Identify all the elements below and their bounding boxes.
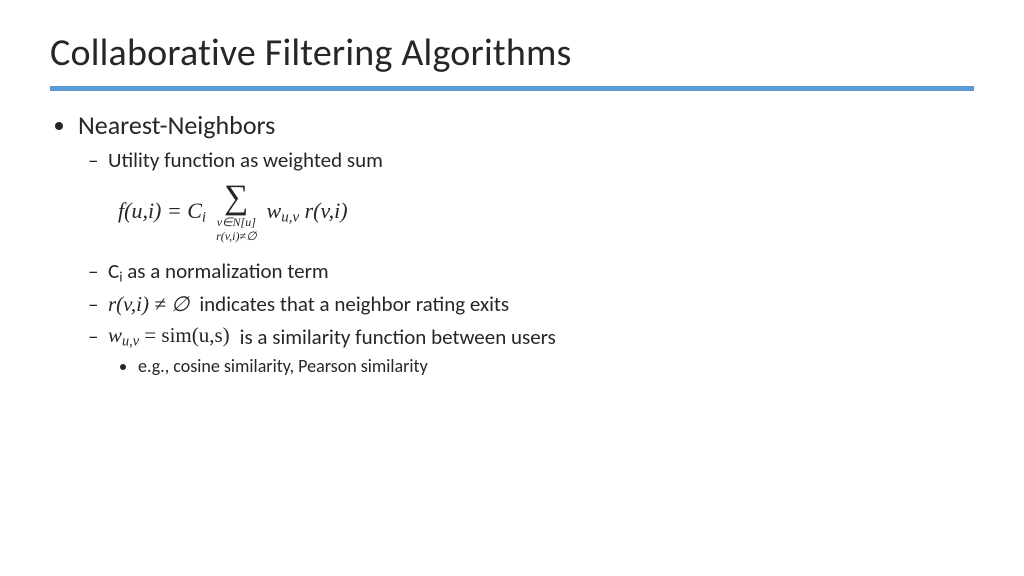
bullet-text: is a similarity function between users	[240, 324, 556, 350]
formula-sub: i	[202, 210, 206, 226]
bullet-neighbor-rating: r(v,i) ≠ ∅ indicates that a neighbor rat…	[108, 291, 974, 317]
norm-text: as a normalization term	[122, 258, 328, 284]
bullet-examples: e.g., cosine similarity, Pearson similar…	[138, 355, 974, 377]
sigma-sub: v∈N[u] r(v,i)≠∅	[216, 216, 256, 244]
sigma-icon: ∑	[224, 181, 248, 215]
bullet-nearest-neighbors: Nearest-Neighbors Utility function as we…	[78, 109, 974, 377]
bullet-normalization: Ci as a normalization term	[108, 258, 974, 286]
formula-w-sub: u,v	[281, 210, 299, 226]
sum-cond-1: v∈N[u]	[217, 215, 256, 229]
sum-cond-2: r(v,i)≠∅	[216, 229, 256, 243]
bullet-text: Ci as a normalization term	[108, 258, 329, 284]
math-rvi: r(v,i) ≠ ∅	[108, 292, 189, 317]
page-title: Collaborative Filtering Algorithms	[50, 30, 974, 76]
sim-eq: = sim(u,s)	[139, 323, 230, 347]
bullet-similarity-fn: wu,v = sim(u,s) is a similarity function…	[108, 323, 974, 377]
bullet-text: Utility function as weighted sum	[108, 147, 383, 173]
formula-lhs: f(u,i) = Ci	[118, 198, 206, 227]
bullet-text: indicates that a neighbor rating exits	[199, 291, 509, 317]
bullet-text: Nearest-Neighbors	[78, 109, 275, 141]
summation: ∑ v∈N[u] r(v,i)≠∅	[216, 181, 256, 244]
math-sim: wu,v = sim(u,s)	[108, 323, 230, 351]
sub-list: Utility function as weighted sum f(u,i) …	[84, 147, 974, 377]
c-letter: C	[108, 258, 119, 284]
title-underline	[50, 86, 974, 91]
w-letter: w	[108, 323, 122, 347]
formula-rhs: wu,v r(v,i)	[267, 198, 348, 227]
sub-sub-list: e.g., cosine similarity, Pearson similar…	[114, 355, 974, 377]
formula-weighted-sum: f(u,i) = Ci ∑ v∈N[u] r(v,i)≠∅ wu,v r(v,i…	[118, 181, 974, 244]
formula-w: w	[267, 198, 282, 223]
w-sub: u,v	[122, 334, 139, 350]
formula-text: f(u,i) = C	[118, 198, 202, 223]
slide: Collaborative Filtering Algorithms Neare…	[0, 0, 1024, 377]
bullet-utility-fn: Utility function as weighted sum f(u,i) …	[108, 147, 974, 244]
bullet-list: Nearest-Neighbors Utility function as we…	[58, 109, 974, 377]
formula-r: r(v,i)	[305, 198, 348, 223]
bullet-text: e.g., cosine similarity, Pearson similar…	[138, 355, 428, 377]
